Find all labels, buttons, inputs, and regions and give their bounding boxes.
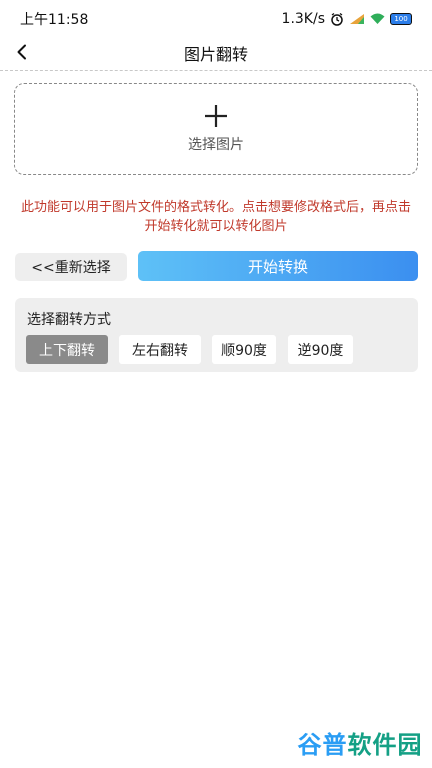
watermark-logo: 谷普 软件园 [296, 724, 424, 760]
reselect-button[interactable]: <<重新选择 [15, 253, 127, 281]
option-flip-vertical[interactable]: 上下翻转 [26, 335, 108, 364]
page-title: 图片翻转 [183, 45, 248, 64]
flip-options-panel: 选择翻转方式 上下翻转 左右翻转 顺90度 逆90度 [15, 298, 418, 372]
select-image-label: 选择图片 [188, 137, 244, 153]
nav-bar: 图片翻转 [0, 38, 432, 71]
flip-options-title: 选择翻转方式 [27, 312, 111, 328]
option-flip-horizontal[interactable]: 左右翻转 [119, 335, 201, 364]
wifi-icon [370, 13, 385, 25]
start-convert-button[interactable]: 开始转换 [138, 251, 418, 281]
status-icons: 1.3K/s 100 [282, 11, 412, 27]
status-bar: 上午11:58 1.3K/s 100 [0, 0, 432, 38]
alarm-icon [330, 12, 344, 26]
net-speed: 1.3K/s [281, 11, 325, 27]
watermark-part2: 软件园 [347, 730, 423, 759]
status-time: 上午11:58 [20, 12, 89, 28]
plus-icon [205, 105, 227, 127]
signal-icon [349, 13, 365, 25]
select-image-area[interactable]: 选择图片 [14, 83, 418, 175]
option-rotate-ccw-90[interactable]: 逆90度 [288, 335, 353, 364]
feature-notice: 此功能可以用于图片文件的格式转化。点击想要修改格式后，再点击开始转化就可以转化图… [20, 200, 411, 234]
watermark-part1: 谷普 [297, 730, 348, 759]
battery-icon: 100 [390, 13, 412, 25]
option-rotate-cw-90[interactable]: 顺90度 [212, 335, 276, 364]
